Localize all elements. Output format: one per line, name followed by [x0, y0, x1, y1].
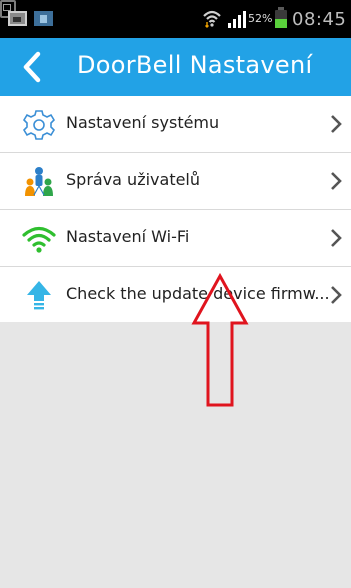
battery-fill: [275, 19, 287, 28]
menu-item-wifi-settings[interactable]: Nastavení Wi-Fi: [0, 210, 351, 267]
gear-icon: [22, 110, 56, 140]
annotation-arrow-icon: [191, 273, 249, 407]
app-bar: DoorBell Nastavení: [0, 38, 351, 96]
wifi-icon: [22, 226, 56, 253]
settings-list: Nastavení systému Správa uživatelů Nasta…: [0, 96, 351, 324]
menu-item-firmware-update[interactable]: Check the update device firmw...: [0, 267, 351, 324]
chevron-right-icon: [331, 172, 342, 190]
battery-icon: [275, 10, 287, 28]
menu-item-system-settings[interactable]: Nastavení systému: [0, 96, 351, 153]
back-arrow-icon[interactable]: [18, 49, 48, 85]
chevron-right-icon: [331, 115, 342, 133]
app-icon: [34, 11, 53, 26]
menu-item-label: Nastavení Wi-Fi: [66, 227, 190, 246]
users-icon: [25, 167, 53, 196]
gallery-icon: [8, 11, 27, 26]
clock: 08:45: [292, 9, 347, 30]
status-bar: 52% 08:45: [0, 0, 351, 38]
empty-content-area: [0, 322, 351, 588]
upload-arrow-icon: [27, 281, 51, 310]
wifi-icon: [203, 10, 221, 28]
chevron-right-icon: [331, 286, 342, 304]
menu-item-label: Správa uživatelů: [66, 170, 201, 189]
chevron-right-icon: [331, 229, 342, 247]
menu-item-label: Nastavení systému: [66, 113, 220, 132]
battery-percent: 52%: [248, 12, 273, 25]
signal-icon: [228, 11, 246, 28]
page-title: DoorBell Nastavení: [77, 51, 313, 79]
menu-item-user-management[interactable]: Správa uživatelů: [0, 153, 351, 210]
